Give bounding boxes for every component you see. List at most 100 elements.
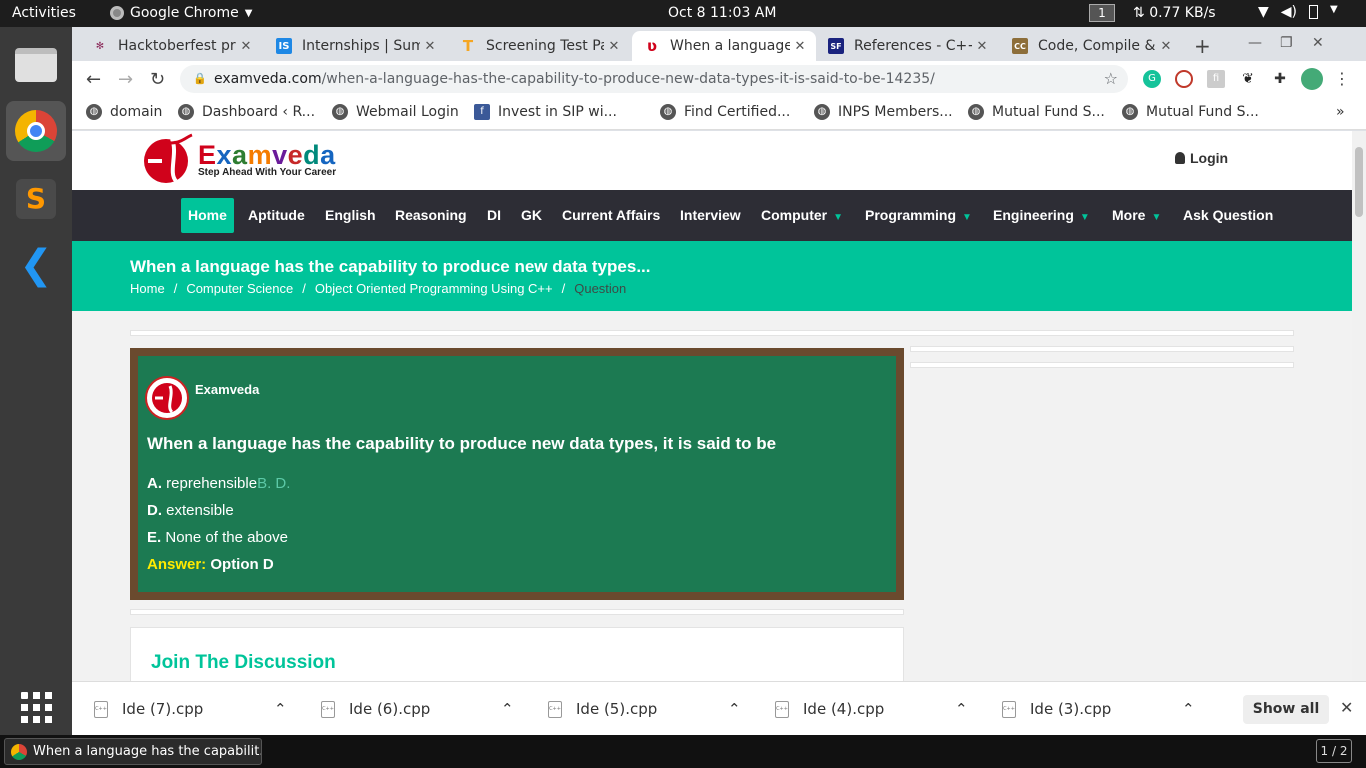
tab-internships[interactable]: IS Internships | Sum ✕: [264, 31, 446, 61]
tab-code-compile[interactable]: CC Code, Compile & R ✕: [1000, 31, 1182, 61]
window-close-button[interactable]: ✕: [1312, 35, 1324, 51]
maximize-button[interactable]: ❐: [1280, 35, 1293, 51]
show-applications-icon[interactable]: [6, 677, 66, 737]
chevron-down-icon: ▼: [1079, 212, 1090, 223]
bookmark-item[interactable]: ◍ Mutual Fund S...: [1122, 104, 1259, 120]
chevron-up-icon[interactable]: ⌃: [955, 682, 968, 736]
chevron-up-icon[interactable]: ⌃: [728, 682, 741, 736]
breadcrumb-home[interactable]: Home: [130, 281, 165, 296]
examveda-logo[interactable]: Examveda Step Ahead With Your Career: [142, 133, 336, 185]
nav-english[interactable]: English: [318, 198, 383, 233]
back-button[interactable]: ←: [86, 69, 101, 90]
profile-avatar[interactable]: [1301, 68, 1323, 90]
system-top-bar: Activities Google Chrome ▼ Oct 8 11:03 A…: [0, 0, 1366, 27]
grammarly-icon[interactable]: G: [1143, 70, 1161, 88]
chevron-up-icon[interactable]: ⌃: [501, 682, 514, 736]
download-item[interactable]: C++ Ide (5).cpp: [548, 682, 657, 736]
login-link[interactable]: Login: [1175, 150, 1228, 166]
activities-button[interactable]: Activities: [12, 5, 76, 21]
nav-current-affairs[interactable]: Current Affairs: [555, 198, 667, 233]
close-icon[interactable]: ✕: [604, 39, 624, 54]
breadcrumb-computer-science[interactable]: Computer Science: [186, 281, 293, 296]
nav-engineering[interactable]: Engineering ▼: [986, 198, 1097, 233]
download-item[interactable]: C++ Ide (4).cpp: [775, 682, 884, 736]
bookmark-star-icon[interactable]: ☆: [1104, 65, 1118, 93]
workspace-indicator[interactable]: 1: [1089, 4, 1115, 22]
vscode-icon[interactable]: ❮: [6, 235, 66, 295]
nav-programming[interactable]: Programming ▼: [858, 198, 979, 233]
download-filename: Ide (5).cpp: [576, 700, 658, 718]
nav-ask-question[interactable]: Ask Question: [1176, 198, 1280, 233]
option-e[interactable]: E. None of the above: [147, 529, 288, 546]
files-app-icon[interactable]: [6, 35, 66, 95]
bookmark-item[interactable]: ◍ Mutual Fund S...: [968, 104, 1105, 120]
bookmark-item[interactable]: f Invest in SIP wi...: [474, 104, 617, 120]
nav-home[interactable]: Home: [181, 198, 234, 233]
downloads-bar: C++ Ide (7).cpp ⌃ C++ Ide (6).cpp ⌃ C++ Ide…: [72, 681, 1366, 735]
close-icon[interactable]: ✕: [236, 39, 256, 54]
system-tray[interactable]: ▼ ◀) ▼: [1258, 4, 1338, 20]
new-tab-button[interactable]: +: [1194, 34, 1211, 58]
gnome-extension-icon[interactable]: ❦: [1239, 70, 1257, 88]
breadcrumb-oop-cpp[interactable]: Object Oriented Programming Using C++: [315, 281, 553, 296]
bookmark-item[interactable]: ◍ domain: [86, 104, 162, 120]
wifi-icon: ▼: [1258, 4, 1269, 20]
cpp-file-icon: C++: [548, 700, 562, 718]
breadcrumb-separator: /: [561, 281, 566, 296]
bookmark-item[interactable]: ◍ Webmail Login: [332, 104, 459, 120]
option-letter: E.: [147, 529, 162, 546]
download-item[interactable]: C++ Ide (3).cpp: [1002, 682, 1111, 736]
close-icon[interactable]: ✕: [1156, 39, 1176, 54]
page-scrollbar[interactable]: [1352, 131, 1366, 681]
chrome-app-icon[interactable]: [6, 101, 66, 161]
nav-di[interactable]: DI: [480, 198, 508, 233]
nav-computer[interactable]: Computer ▼: [754, 198, 850, 233]
download-item[interactable]: C++ Ide (6).cpp: [321, 682, 430, 736]
site-header: Examveda Step Ahead With Your Career Log…: [72, 131, 1352, 190]
chevron-up-icon[interactable]: ⌃: [1182, 682, 1195, 736]
tab-hacktoberfest[interactable]: ✻ Hacktoberfest pr ✕: [80, 31, 262, 61]
examveda-avatar: [145, 376, 189, 420]
chevron-up-icon[interactable]: ⌃: [274, 682, 287, 736]
sublime-text-icon[interactable]: S: [6, 169, 66, 229]
extension-circle-icon[interactable]: [1175, 70, 1193, 88]
internshala-icon: IS: [276, 38, 292, 54]
workspace-pager[interactable]: 1 / 2: [1316, 739, 1352, 763]
scrollbar-thumb[interactable]: [1355, 147, 1363, 217]
extensions-puzzle-icon[interactable]: ✚: [1271, 70, 1289, 88]
app-menu[interactable]: Google Chrome ▼: [110, 5, 252, 21]
option-d[interactable]: D. extensible: [147, 502, 234, 519]
tab-screening-test[interactable]: T Screening Test Pa ✕: [448, 31, 630, 61]
tab-references-cpp[interactable]: SF References - C++ I ✕: [816, 31, 998, 61]
nav-more[interactable]: More ▼: [1105, 198, 1168, 233]
bookmark-item[interactable]: ◍ Dashboard ‹ R...: [178, 104, 315, 120]
close-downloads-icon[interactable]: ✕: [1340, 698, 1353, 717]
chevron-down-icon: ▼: [962, 212, 972, 223]
taskbar-window-button[interactable]: When a language has the capabilit...: [4, 738, 262, 765]
close-icon[interactable]: ✕: [420, 39, 440, 54]
chrome-menu-icon[interactable]: ⋮: [1334, 69, 1350, 88]
nav-reasoning[interactable]: Reasoning: [388, 198, 474, 233]
nav-gk[interactable]: GK: [514, 198, 549, 233]
bookmark-item[interactable]: ◍ INPS Members...: [814, 104, 953, 120]
address-bar[interactable]: 🔒 examveda.com/when-a-language-has-the-c…: [180, 65, 1128, 93]
option-trail: B. D.: [257, 475, 291, 492]
option-letter: A.: [147, 475, 162, 492]
extension-square-icon[interactable]: fi: [1207, 70, 1225, 88]
show-all-button[interactable]: Show all: [1243, 695, 1329, 724]
option-a[interactable]: A. reprehensibleB. D.: [147, 475, 290, 492]
forward-button[interactable]: →: [118, 69, 133, 90]
close-icon[interactable]: ✕: [790, 39, 810, 54]
tab-strip: ✻ Hacktoberfest pr ✕ IS Internships | Su…: [72, 27, 1366, 61]
bookmarks-overflow-button[interactable]: »: [1336, 104, 1345, 120]
download-item[interactable]: C++ Ide (7).cpp: [94, 682, 203, 736]
close-icon[interactable]: ✕: [972, 39, 992, 54]
bookmark-item[interactable]: ◍ Find Certified...: [660, 104, 790, 120]
nav-interview[interactable]: Interview: [673, 198, 748, 233]
reload-button[interactable]: ↻: [150, 69, 165, 90]
clock[interactable]: Oct 8 11:03 AM: [668, 5, 776, 21]
taskbar-window-title: When a language has the capabilit...: [33, 744, 262, 759]
nav-aptitude[interactable]: Aptitude: [241, 198, 312, 233]
tab-examveda[interactable]: ʋ When a language ✕: [632, 31, 816, 61]
minimize-button[interactable]: —: [1248, 35, 1262, 51]
